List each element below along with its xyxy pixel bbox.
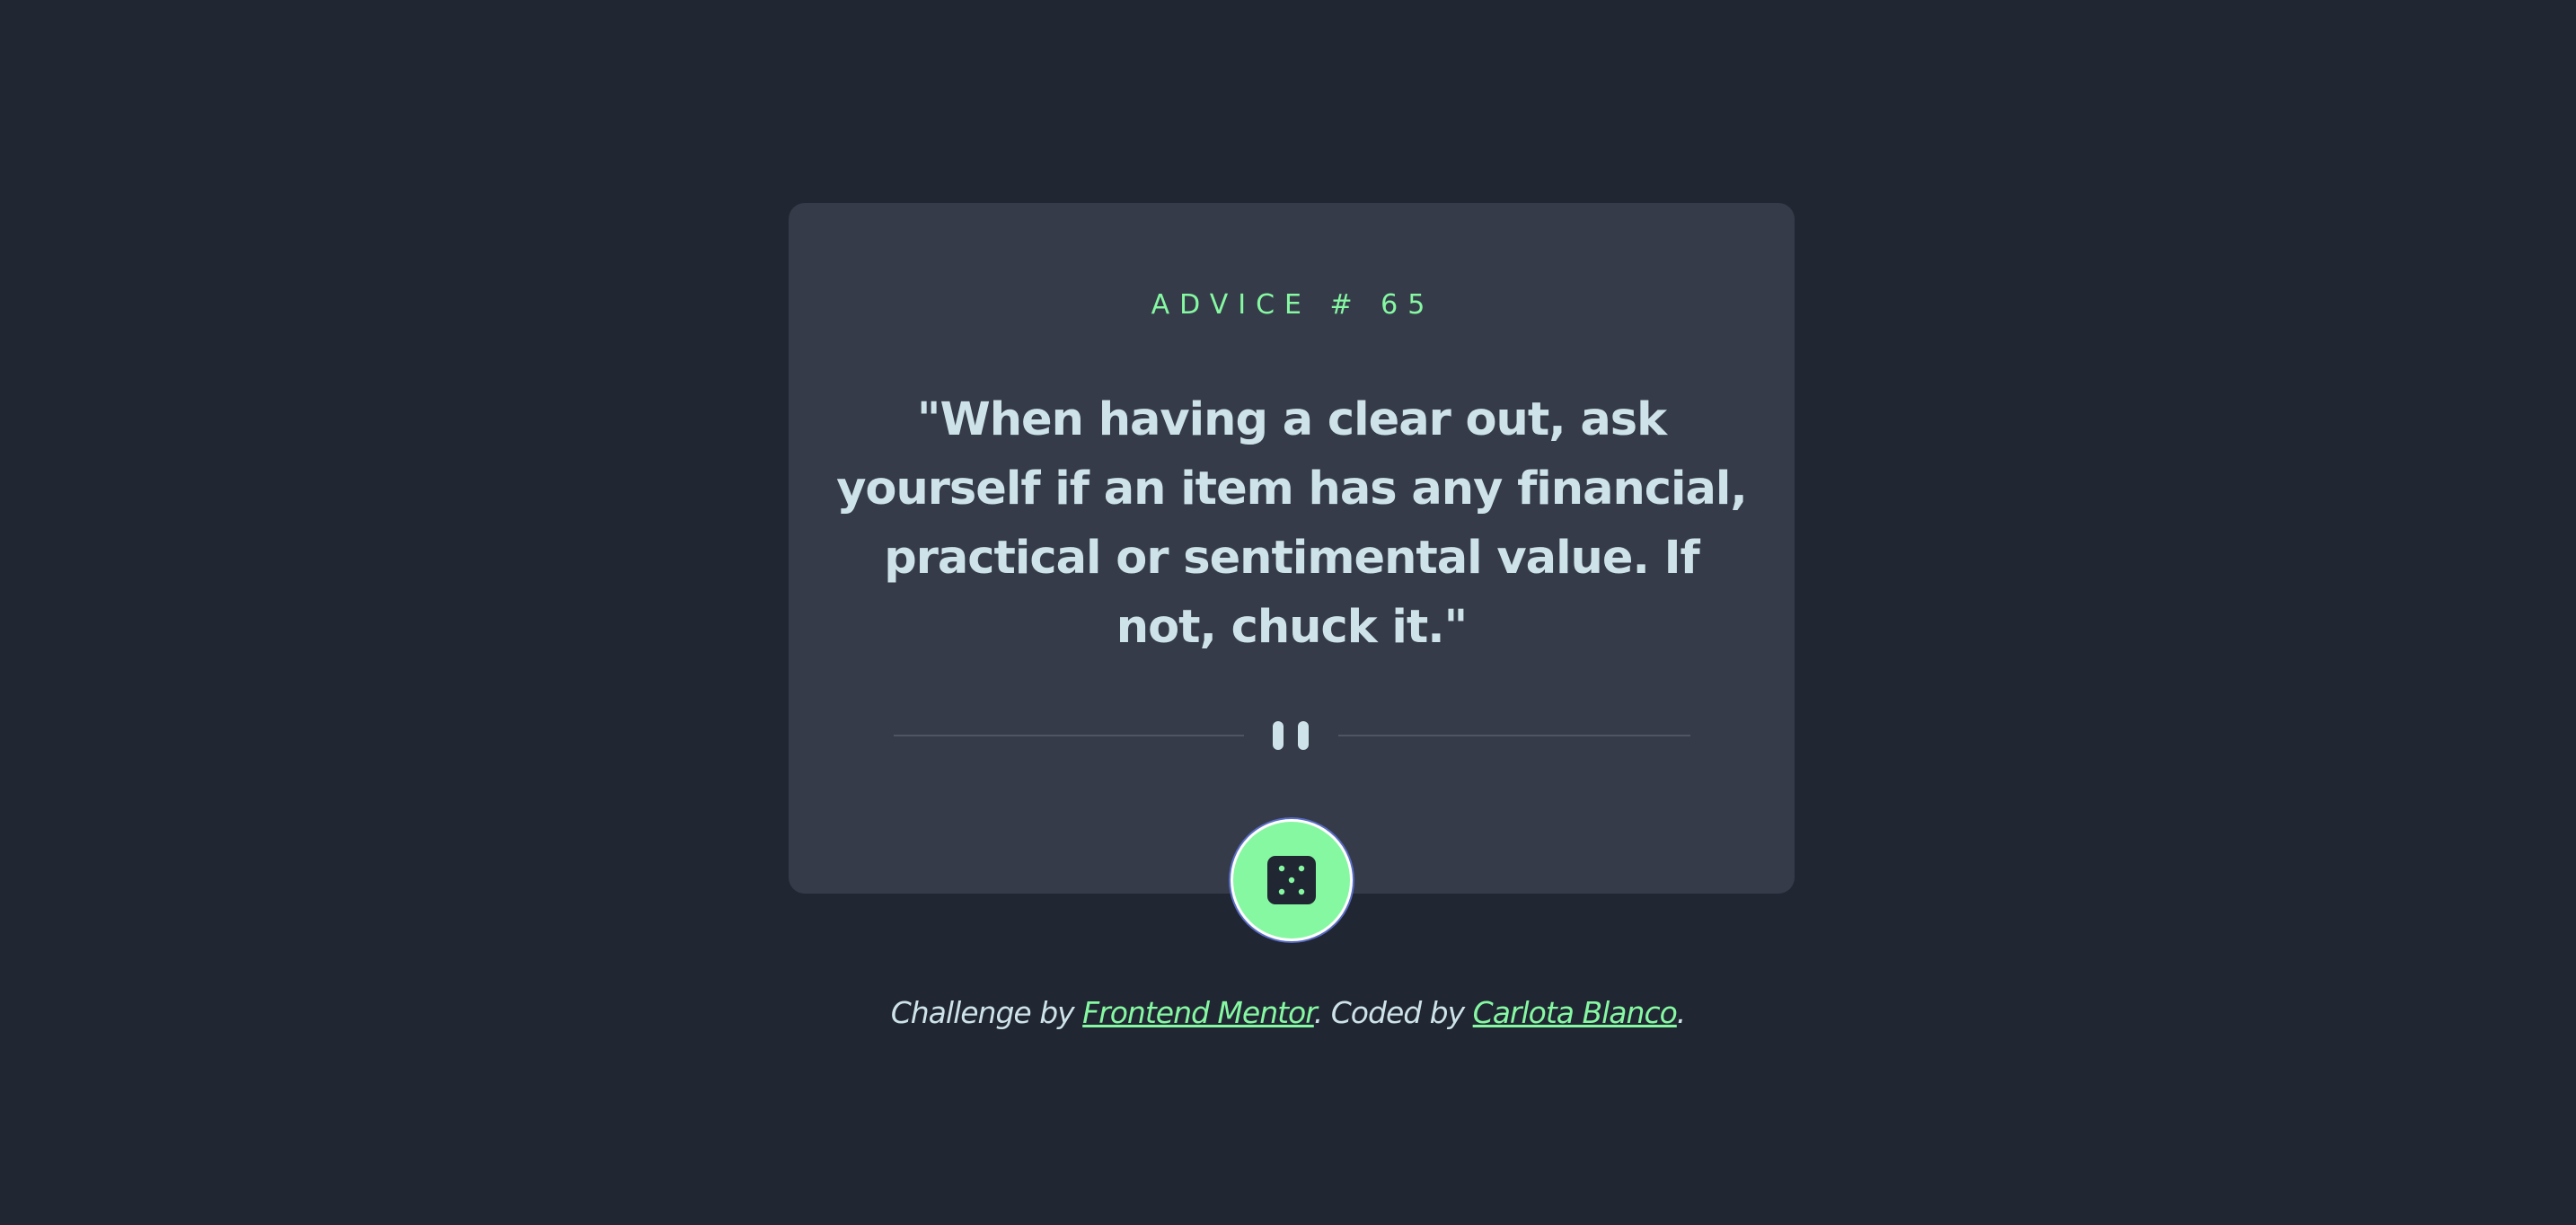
attribution-prefix: Challenge by: [890, 995, 1083, 1030]
dice-icon: [1267, 856, 1316, 904]
divider-line-left: [894, 735, 1244, 736]
pause-icon: [1273, 721, 1312, 750]
pause-icon-bar-left: [1273, 721, 1284, 750]
advice-quote: "When having a clear out, ask yourself i…: [836, 393, 1748, 654]
attribution-footer: Challenge by Frontend Mentor. Coded by C…: [0, 991, 2576, 1035]
pause-icon-bar-right: [1298, 721, 1309, 750]
attribution-suffix: .: [1676, 995, 1686, 1030]
frontend-mentor-link[interactable]: Frontend Mentor: [1082, 995, 1315, 1030]
author-link[interactable]: Carlota Blanco: [1473, 995, 1678, 1030]
new-advice-button[interactable]: [1231, 819, 1353, 941]
divider-line-right: [1338, 735, 1690, 736]
attribution-middle: . Coded by: [1313, 995, 1473, 1030]
advice-number-label: ADVICE # 65: [1151, 289, 1435, 321]
